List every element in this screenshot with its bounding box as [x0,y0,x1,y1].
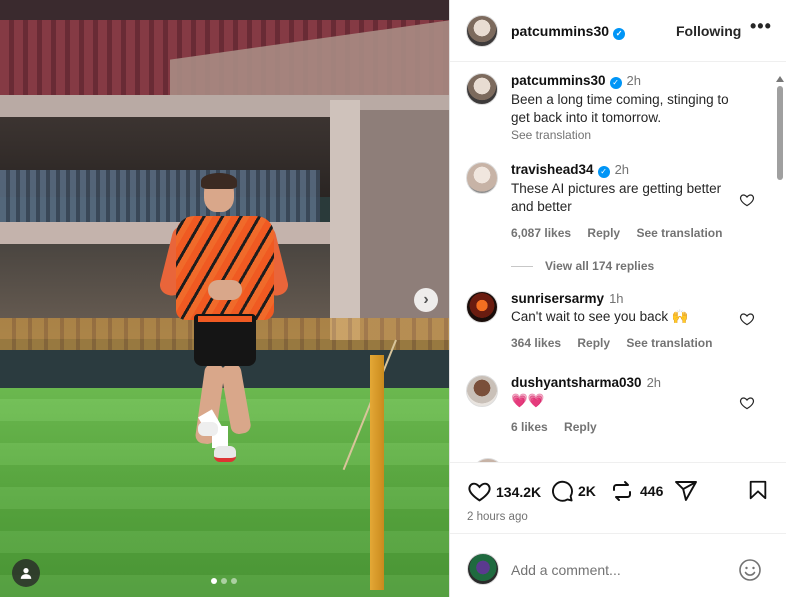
comment-likes[interactable]: 364 likes [511,336,561,350]
comment-count[interactable]: 2K [578,483,596,499]
comment-button[interactable]: 2K [550,479,596,503]
comment-meta: 6 likes Reply [511,420,741,434]
caption-text: Been a long time coming, stinging to get… [511,92,729,125]
share-icon [675,481,697,501]
comment-time[interactable]: 2h [647,375,661,390]
commenter-avatar[interactable] [466,162,498,194]
player-leg [220,362,252,436]
player-jersey [176,216,274,320]
share-button[interactable] [674,479,698,503]
stadium-roof [0,0,449,20]
next-slide-button[interactable]: › [414,288,438,312]
player-shorts [194,314,256,366]
comment-time[interactable]: 2h [615,162,629,177]
shorts-stripe [198,316,252,322]
post-header: patcummins30 ✓ Following ••• [450,0,786,62]
caption-author-avatar[interactable] [466,73,498,105]
player-figure [157,173,291,476]
post-timestamp[interactable]: 2 hours ago [467,511,528,523]
verified-badge-icon: ✓ [597,166,610,178]
like-count[interactable]: 134.2K [496,484,541,500]
comment-text: These AI pictures are getting better and… [511,181,722,214]
comment-text: Can't wait to see you back 🙌 [511,309,689,324]
comment-reply-button[interactable]: Reply [577,336,610,350]
comment-reply-button[interactable]: Reply [564,420,597,434]
save-button[interactable] [747,479,769,501]
player-shoe [198,422,218,436]
player-hands [208,280,242,300]
verified-badge-icon: ✓ [613,28,626,40]
add-comment-input[interactable] [511,560,731,580]
post-details-panel: patcummins30 ✓ Following ••• patcummins30… [449,0,786,597]
heart-icon [468,482,491,502]
post-actions: 134.2K 2K 446 2 hours ago [450,463,786,533]
caption-see-translation[interactable]: See translation [511,128,751,142]
comment-likes[interactable]: 6 likes [511,420,548,434]
like-button[interactable]: 134.2K [467,479,541,504]
comments-scrollbar[interactable] [776,76,784,462]
comment-meta: 6,087 likes Reply See translation [511,226,741,240]
comment-reply-button[interactable]: Reply [587,226,620,240]
replies-divider [511,265,533,267]
author-avatar[interactable] [466,15,498,47]
comment-time[interactable]: 1h [609,291,623,306]
carousel-dot-active [211,578,217,584]
heart-icon[interactable] [739,395,755,411]
comment-icon [552,480,573,502]
repost-count[interactable]: 446 [640,483,663,499]
comment-see-translation[interactable]: See translation [636,226,722,240]
tagged-users-button[interactable] [12,559,40,587]
commenter-username[interactable]: sunrisersarmy [511,291,604,306]
carousel-indicator [211,578,237,584]
scroll-up-arrow[interactable] [776,76,784,82]
verified-badge-icon: ✓ [609,77,622,89]
following-button[interactable]: Following [676,23,741,39]
stadium-pillar [330,100,360,340]
heart-icon[interactable] [739,192,755,208]
comment-text: 💗💗 [511,393,545,408]
author-username[interactable]: patcummins30 ✓ [511,23,626,40]
post-media[interactable]: › [0,0,449,597]
comment-composer [450,533,786,597]
commenter-username[interactable]: dushyantsharma030 [511,375,642,390]
emoji-icon[interactable] [738,558,762,582]
heart-icon[interactable] [739,311,755,327]
bookmark-icon [749,480,767,500]
comment-likes[interactable]: 6,087 likes [511,226,571,240]
repost-icon [613,481,631,501]
view-replies-button[interactable]: View all 174 replies [511,259,654,273]
boundary-post [370,355,384,590]
more-options-button[interactable]: ••• [750,16,772,37]
player-shoe [214,446,236,462]
commenter-avatar[interactable] [466,291,498,323]
scrollbar-thumb[interactable] [777,86,783,180]
view-replies-label[interactable]: View all 174 replies [545,259,654,273]
carousel-dot [231,578,237,584]
comment-meta: 364 likes Reply See translation [511,336,741,350]
user-tag-icon [20,568,32,579]
author-username-text[interactable]: patcummins30 [511,23,609,39]
commenter-username[interactable]: travishead34 [511,162,594,177]
repost-button[interactable]: 446 [610,479,663,503]
caption-username[interactable]: patcummins30 [511,73,606,88]
carousel-dot [221,578,227,584]
chevron-right-icon: › [423,291,429,308]
comments-list[interactable]: patcummins30 ✓ 2h Been a long time coming,… [450,62,786,463]
player-hair [201,173,237,189]
commenter-avatar[interactable] [466,375,498,407]
comment-see-translation[interactable]: See translation [626,336,712,350]
caption-time[interactable]: 2h [627,73,641,88]
current-user-avatar [467,553,499,585]
